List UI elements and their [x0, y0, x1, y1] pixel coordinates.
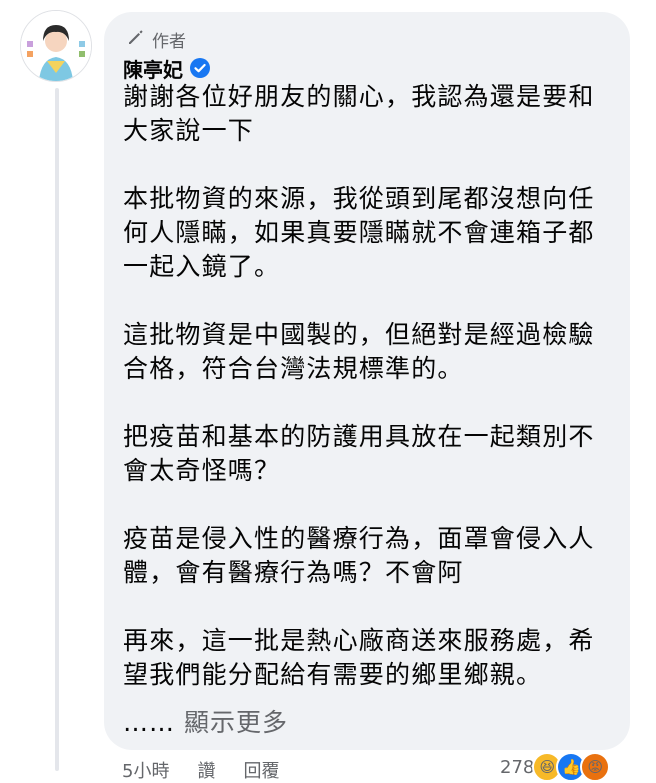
comment-paragraph: 這批物資是中國製的，但絕對是經過檢驗合格，符合台灣法規標準的。: [123, 320, 595, 383]
see-more-link[interactable]: …… 顯示更多: [123, 706, 288, 740]
author-badge: 作者: [126, 26, 186, 52]
see-more-ellipsis: ……: [123, 708, 175, 737]
avatar-image: [21, 11, 91, 81]
verified-badge-icon: [189, 57, 211, 79]
comment-paragraph: 疫苗是侵入性的醫療行為，面罩會侵入人體，會有醫療行為嗎？不會阿: [123, 524, 595, 587]
reaction-icons: 😆 👍 😡: [532, 752, 611, 782]
comment-paragraph: 把疫苗和基本的防護用具放在一起類別不會太奇怪嗎？: [123, 422, 595, 485]
author-name[interactable]: 陳亭妃: [123, 54, 183, 83]
avatar[interactable]: [20, 10, 92, 82]
comment-actions: 5小時 讚 回覆: [122, 757, 279, 783]
author-badge-label: 作者: [152, 31, 186, 52]
comment-time[interactable]: 5小時: [122, 757, 169, 783]
author-row: 陳亭妃: [123, 53, 211, 83]
comment-paragraph: 本批物資的來源，我從頭到尾都沒想向任何人隱瞞，如果真要隱瞞就不會連箱子都一起入鏡…: [123, 184, 595, 281]
reaction-summary[interactable]: 278 😆 👍 😡: [500, 752, 611, 782]
comment-body: 謝謝各位好朋友的關心，我認為還是要和大家說一下 本批物資的來源，我從頭到尾都沒想…: [123, 80, 618, 692]
comment-paragraph: 再來，這一批是熱心廠商送來服務處，希望我們能分配給有需要的鄉里鄉親。: [123, 626, 595, 689]
reaction-count: 278: [500, 756, 535, 778]
thread-line: [55, 88, 59, 771]
pencil-icon: [126, 27, 146, 52]
see-more-label[interactable]: 顯示更多: [184, 708, 288, 737]
reply-button[interactable]: 回覆: [243, 757, 279, 783]
comment-paragraph: 謝謝各位好朋友的關心，我認為還是要和大家說一下: [123, 82, 595, 145]
angry-reaction-icon: 😡: [580, 752, 611, 782]
like-button[interactable]: 讚: [197, 757, 215, 783]
